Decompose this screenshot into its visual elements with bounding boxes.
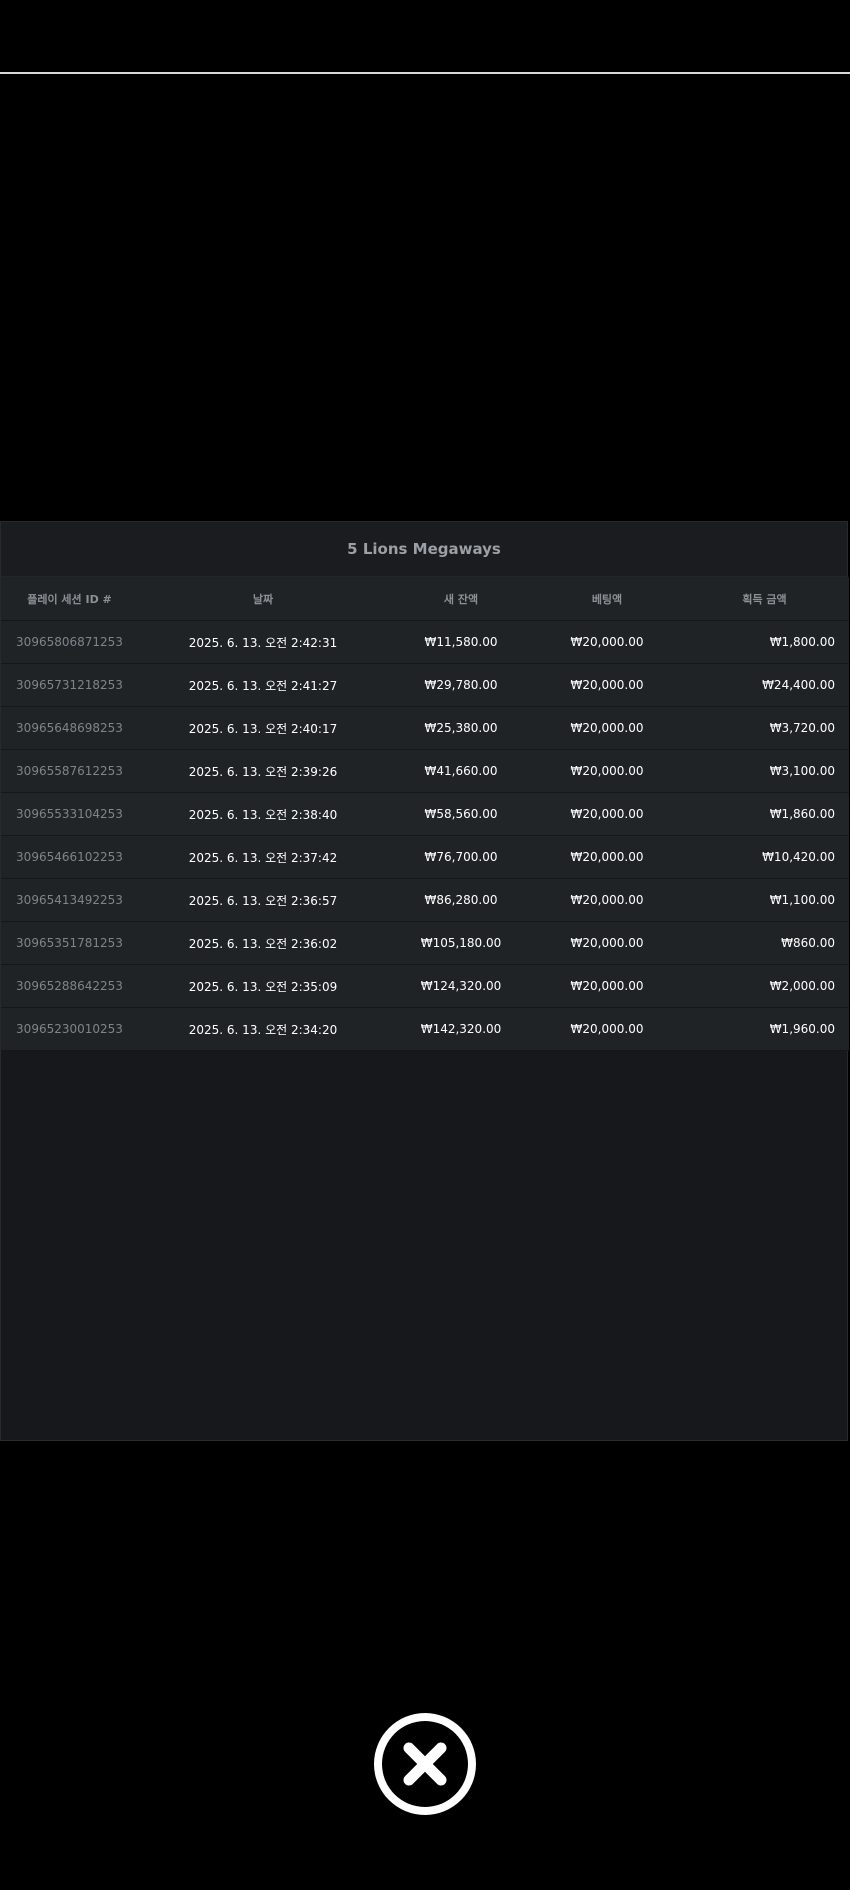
- date-cell: 2025. 6. 13. 오전 2:42:31: [138, 620, 388, 664]
- table-row[interactable]: 30965731218253 2025. 6. 13. 오전 2:41:27 ₩…: [1, 663, 849, 707]
- history-table: 플레이 세션 ID # 날짜 새 잔액 베팅액 획득 금액 3096580687…: [1, 577, 849, 1051]
- close-button-inner: [382, 1721, 468, 1807]
- balance-cell: ₩11,580.00: [388, 620, 534, 664]
- bet-cell: ₩20,000.00: [534, 1007, 680, 1051]
- table-row[interactable]: 30965413492253 2025. 6. 13. 오전 2:36:57 ₩…: [1, 878, 849, 922]
- balance-cell: ₩76,700.00: [388, 835, 534, 879]
- date-cell: 2025. 6. 13. 오전 2:36:02: [138, 921, 388, 965]
- date-cell: 2025. 6. 13. 오전 2:41:27: [138, 663, 388, 707]
- bet-cell: ₩20,000.00: [534, 964, 680, 1008]
- header-row: 플레이 세션 ID # 날짜 새 잔액 베팅액 획득 금액: [1, 577, 849, 621]
- session-id-cell: 30965288642253: [1, 964, 138, 1008]
- balance-cell: ₩29,780.00: [388, 663, 534, 707]
- header-balance: 새 잔액: [388, 577, 534, 621]
- bet-cell: ₩20,000.00: [534, 921, 680, 965]
- close-icon: [403, 1742, 447, 1786]
- table-row[interactable]: 30965806871253 2025. 6. 13. 오전 2:42:31 ₩…: [1, 620, 849, 664]
- date-cell: 2025. 6. 13. 오전 2:39:26: [138, 749, 388, 793]
- date-cell: 2025. 6. 13. 오전 2:35:09: [138, 964, 388, 1008]
- game-history-screen: 5 Lions Megaways 플레이 세션 ID # 날짜 새 잔액 베팅액…: [0, 0, 850, 1890]
- balance-cell: ₩58,560.00: [388, 792, 534, 836]
- balance-cell: ₩142,320.00: [388, 1007, 534, 1051]
- table-row[interactable]: 30965288642253 2025. 6. 13. 오전 2:35:09 ₩…: [1, 964, 849, 1008]
- balance-cell: ₩25,380.00: [388, 706, 534, 750]
- bet-cell: ₩20,000.00: [534, 835, 680, 879]
- win-cell: ₩2,000.00: [680, 964, 849, 1008]
- date-cell: 2025. 6. 13. 오전 2:40:17: [138, 706, 388, 750]
- date-cell: 2025. 6. 13. 오전 2:37:42: [138, 835, 388, 879]
- win-cell: ₩3,100.00: [680, 749, 849, 793]
- history-panel: 5 Lions Megaways 플레이 세션 ID # 날짜 새 잔액 베팅액…: [0, 521, 849, 1441]
- header-win: 획득 금액: [680, 577, 849, 621]
- win-cell: ₩10,420.00: [680, 835, 849, 879]
- session-id-cell: 30965466102253: [1, 835, 138, 879]
- date-cell: 2025. 6. 13. 오전 2:36:57: [138, 878, 388, 922]
- session-id-cell: 30965648698253: [1, 706, 138, 750]
- balance-cell: ₩41,660.00: [388, 749, 534, 793]
- table-header: 플레이 세션 ID # 날짜 새 잔액 베팅액 획득 금액: [1, 577, 849, 621]
- header-date: 날짜: [138, 577, 388, 621]
- session-id-cell: 30965413492253: [1, 878, 138, 922]
- date-cell: 2025. 6. 13. 오전 2:38:40: [138, 792, 388, 836]
- close-button[interactable]: [374, 1713, 476, 1815]
- header-session-id: 플레이 세션 ID #: [1, 577, 138, 621]
- bet-cell: ₩20,000.00: [534, 620, 680, 664]
- session-id-cell: 30965230010253: [1, 1007, 138, 1051]
- balance-cell: ₩86,280.00: [388, 878, 534, 922]
- bet-cell: ₩20,000.00: [534, 749, 680, 793]
- balance-cell: ₩105,180.00: [388, 921, 534, 965]
- win-cell: ₩3,720.00: [680, 706, 849, 750]
- panel-title: 5 Lions Megaways: [1, 522, 847, 577]
- table-row[interactable]: 30965533104253 2025. 6. 13. 오전 2:38:40 ₩…: [1, 792, 849, 836]
- table-row[interactable]: 30965230010253 2025. 6. 13. 오전 2:34:20 ₩…: [1, 1007, 849, 1051]
- session-id-cell: 30965731218253: [1, 663, 138, 707]
- session-id-cell: 30965806871253: [1, 620, 138, 664]
- win-cell: ₩1,100.00: [680, 878, 849, 922]
- header-bet: 베팅액: [534, 577, 680, 621]
- win-cell: ₩1,800.00: [680, 620, 849, 664]
- session-id-cell: 30965533104253: [1, 792, 138, 836]
- table-row[interactable]: 30965587612253 2025. 6. 13. 오전 2:39:26 ₩…: [1, 749, 849, 793]
- bet-cell: ₩20,000.00: [534, 706, 680, 750]
- date-cell: 2025. 6. 13. 오전 2:34:20: [138, 1007, 388, 1051]
- table-row[interactable]: 30965351781253 2025. 6. 13. 오전 2:36:02 ₩…: [1, 921, 849, 965]
- win-cell: ₩1,860.00: [680, 792, 849, 836]
- table-body: 30965806871253 2025. 6. 13. 오전 2:42:31 ₩…: [1, 620, 849, 1051]
- table-row[interactable]: 30965466102253 2025. 6. 13. 오전 2:37:42 ₩…: [1, 835, 849, 879]
- bet-cell: ₩20,000.00: [534, 663, 680, 707]
- session-id-cell: 30965587612253: [1, 749, 138, 793]
- bet-cell: ₩20,000.00: [534, 878, 680, 922]
- session-id-cell: 30965351781253: [1, 921, 138, 965]
- bet-cell: ₩20,000.00: [534, 792, 680, 836]
- top-divider: [0, 72, 850, 74]
- table-row[interactable]: 30965648698253 2025. 6. 13. 오전 2:40:17 ₩…: [1, 706, 849, 750]
- win-cell: ₩860.00: [680, 921, 849, 965]
- win-cell: ₩1,960.00: [680, 1007, 849, 1051]
- balance-cell: ₩124,320.00: [388, 964, 534, 1008]
- win-cell: ₩24,400.00: [680, 663, 849, 707]
